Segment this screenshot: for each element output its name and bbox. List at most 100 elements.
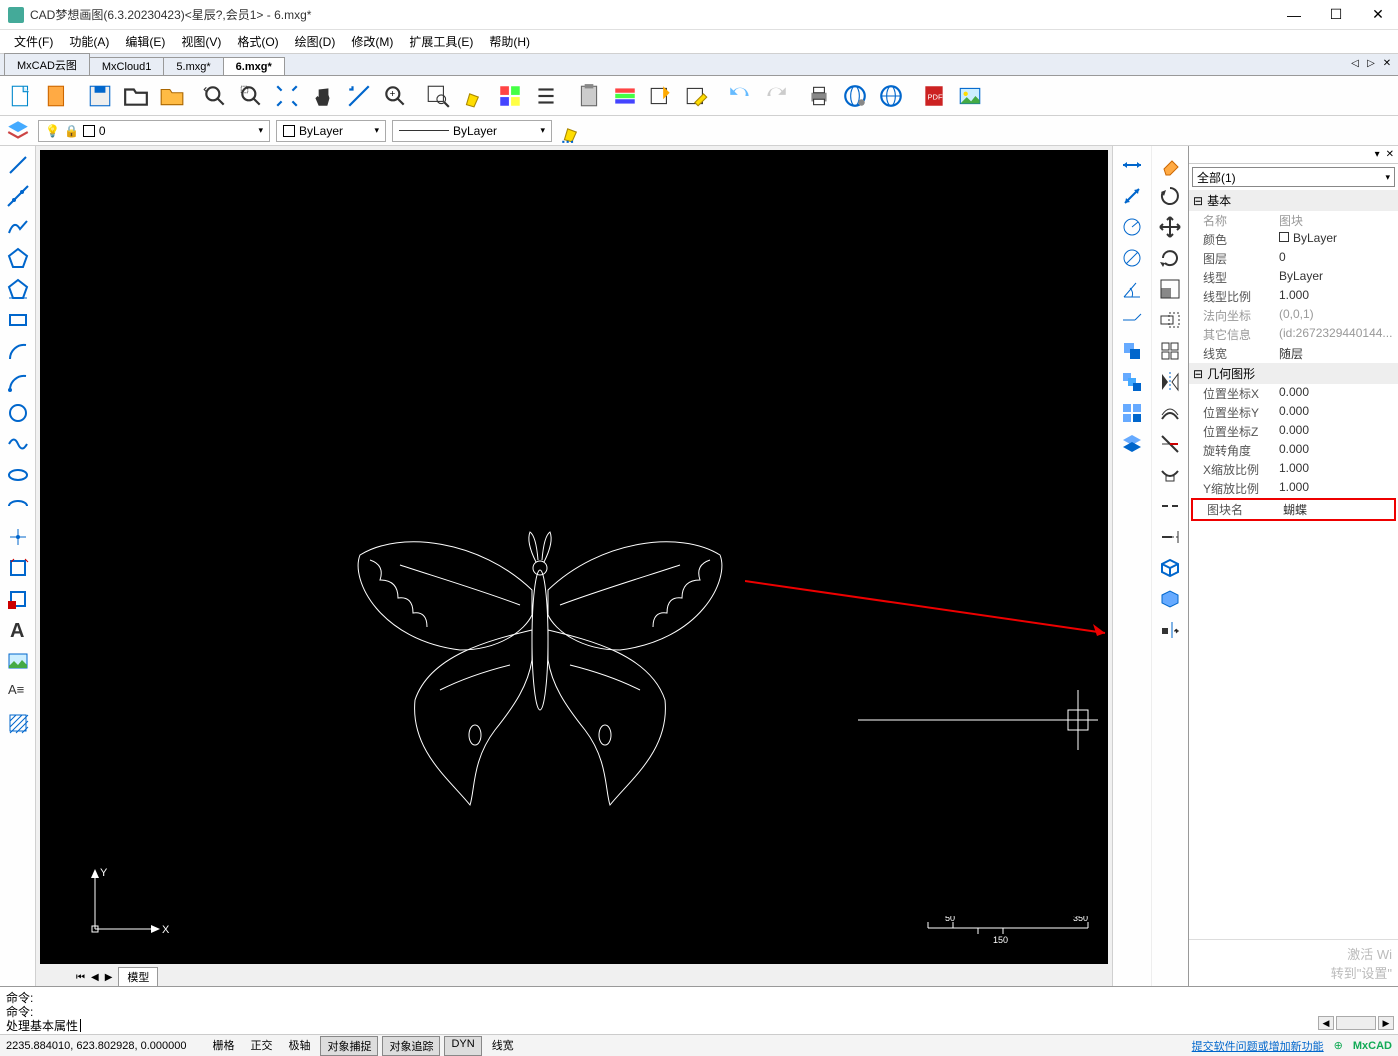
dim-linear-tool[interactable]	[1117, 150, 1147, 180]
undo-button[interactable]	[723, 79, 757, 113]
zoom-prev-button[interactable]	[198, 79, 232, 113]
layer-select[interactable]: 💡 🔒 0 ▾	[38, 120, 270, 142]
erase-tool[interactable]	[1155, 150, 1185, 180]
offset-tool[interactable]	[1155, 398, 1185, 428]
toggle-grid[interactable]: 栅格	[206, 1036, 240, 1056]
prop-lineweight[interactable]: 线宽随层	[1189, 344, 1398, 363]
highlight-button[interactable]	[457, 79, 491, 113]
layer-manager-button[interactable]	[4, 118, 32, 144]
drawing-canvas[interactable]: Y X 50 350 150	[40, 150, 1108, 964]
menu-function[interactable]: 功能(A)	[61, 31, 117, 52]
redo-button[interactable]	[759, 79, 793, 113]
3d-tool[interactable]	[1155, 553, 1185, 583]
rectangle-tool[interactable]	[3, 305, 33, 335]
group-basic[interactable]: ⊟基本	[1189, 190, 1398, 211]
menu-file[interactable]: 文件(F)	[6, 31, 61, 52]
cmd-input[interactable]: 处理基本属性	[6, 1017, 1392, 1034]
export-button[interactable]	[644, 79, 678, 113]
close-button[interactable]: ✕	[1366, 3, 1390, 27]
pin-icon[interactable]: ▾	[1375, 149, 1380, 160]
cmd-scroll-thumb[interactable]	[1336, 1016, 1376, 1030]
new-file-button[interactable]	[4, 79, 38, 113]
feedback-link[interactable]: 提交软件问题或增加新功能	[1192, 1038, 1324, 1054]
model-tab[interactable]: 模型	[118, 967, 158, 987]
polyline-tool[interactable]	[3, 212, 33, 242]
xline-tool[interactable]	[3, 181, 33, 211]
menu-modify[interactable]: 修改(M)	[343, 31, 401, 52]
measure-button[interactable]	[342, 79, 376, 113]
maximize-button[interactable]: ☐	[1324, 3, 1348, 27]
dim-angular-tool[interactable]	[1117, 274, 1147, 304]
find-button[interactable]	[421, 79, 455, 113]
spline-tool[interactable]	[3, 429, 33, 459]
grid-tool[interactable]	[1155, 336, 1185, 366]
zoom-extents-button[interactable]	[270, 79, 304, 113]
group-geometry[interactable]: ⊟几何图形	[1189, 363, 1398, 384]
toggle-polar[interactable]: 极轴	[282, 1036, 316, 1056]
menu-edit[interactable]: 编辑(E)	[117, 31, 173, 52]
prop-ltscale[interactable]: 线型比例1.000	[1189, 287, 1398, 306]
cmd-scroll-right[interactable]: ▶	[1378, 1016, 1394, 1030]
prop-scalex[interactable]: X缩放比例1.000	[1189, 460, 1398, 479]
trim-tool[interactable]	[1155, 429, 1185, 459]
hatch-tool[interactable]	[3, 708, 33, 738]
toggle-dyn[interactable]: DYN	[444, 1036, 481, 1056]
extend-tool[interactable]	[1155, 460, 1185, 490]
copy-tool[interactable]	[1117, 336, 1147, 366]
dim-diameter-tool[interactable]	[1117, 243, 1147, 273]
rotate2-tool[interactable]	[1155, 243, 1185, 273]
minimize-button[interactable]: ―	[1282, 3, 1306, 27]
arc2-tool[interactable]	[3, 367, 33, 397]
toggle-osnap[interactable]: 对象捕捉	[320, 1036, 378, 1056]
tab-prev-icon[interactable]: ◀	[91, 972, 99, 983]
tab-prev-icon[interactable]: ◁	[1348, 56, 1362, 70]
polygon2-tool[interactable]	[3, 274, 33, 304]
text-tool[interactable]: A	[3, 615, 33, 645]
mtext-tool[interactable]: A≡	[3, 677, 33, 707]
open-button[interactable]	[119, 79, 153, 113]
menu-view[interactable]: 视图(V)	[173, 31, 229, 52]
zoom-window-button[interactable]	[234, 79, 268, 113]
new-doc-button[interactable]	[40, 79, 74, 113]
menu-ext[interactable]: 扩展工具(E)	[401, 31, 481, 52]
ellipse-arc-tool[interactable]	[3, 491, 33, 521]
layer-copy-tool[interactable]	[1117, 429, 1147, 459]
stretch-tool[interactable]	[1155, 305, 1185, 335]
folder-button[interactable]	[155, 79, 189, 113]
copy-multi-tool[interactable]	[1117, 367, 1147, 397]
prop-posz[interactable]: 位置坐标Z0.000	[1189, 422, 1398, 441]
command-area[interactable]: 命令: 命令: 处理基本属性 ◀ ▶	[0, 986, 1398, 1034]
image-button[interactable]	[953, 79, 987, 113]
extend2-tool[interactable]	[1155, 522, 1185, 552]
align-tool[interactable]	[1155, 615, 1185, 645]
block-create-tool[interactable]	[3, 584, 33, 614]
plot-setup-button[interactable]	[838, 79, 872, 113]
rotate-tool[interactable]	[1155, 181, 1185, 211]
prop-posy[interactable]: 位置坐标Y0.000	[1189, 403, 1398, 422]
print-button[interactable]	[802, 79, 836, 113]
save-button[interactable]	[83, 79, 117, 113]
property-button[interactable]	[680, 79, 714, 113]
toggle-otrack[interactable]: 对象追踪	[382, 1036, 440, 1056]
render-tool[interactable]	[1155, 584, 1185, 614]
scale-tool[interactable]	[1155, 274, 1185, 304]
image-tool[interactable]	[3, 646, 33, 676]
palette-button[interactable]	[608, 79, 642, 113]
mirror-tool[interactable]	[1155, 367, 1185, 397]
toggle-lineweight[interactable]: 线宽	[486, 1036, 520, 1056]
tab-first-icon[interactable]: ⏮	[76, 972, 85, 983]
prop-linetype[interactable]: 线型ByLayer	[1189, 268, 1398, 287]
prop-blockname[interactable]: 图块名蝴蝶	[1193, 500, 1394, 519]
menu-help[interactable]: 帮助(H)	[481, 31, 538, 52]
color-select[interactable]: ByLayer ▾	[276, 120, 386, 142]
dim-aligned-tool[interactable]	[1117, 181, 1147, 211]
pdf-button[interactable]: PDF	[917, 79, 951, 113]
tab-close-icon[interactable]: ✕	[1380, 56, 1394, 70]
menu-draw[interactable]: 绘图(D)	[287, 31, 344, 52]
toggle-ortho[interactable]: 正交	[244, 1036, 278, 1056]
block-insert-tool[interactable]	[3, 553, 33, 583]
web-button[interactable]	[874, 79, 908, 113]
line-tool[interactable]	[3, 150, 33, 180]
selection-filter[interactable]: 全部(1) ▾	[1192, 167, 1395, 187]
prop-scaley[interactable]: Y缩放比例1.000	[1189, 479, 1398, 498]
